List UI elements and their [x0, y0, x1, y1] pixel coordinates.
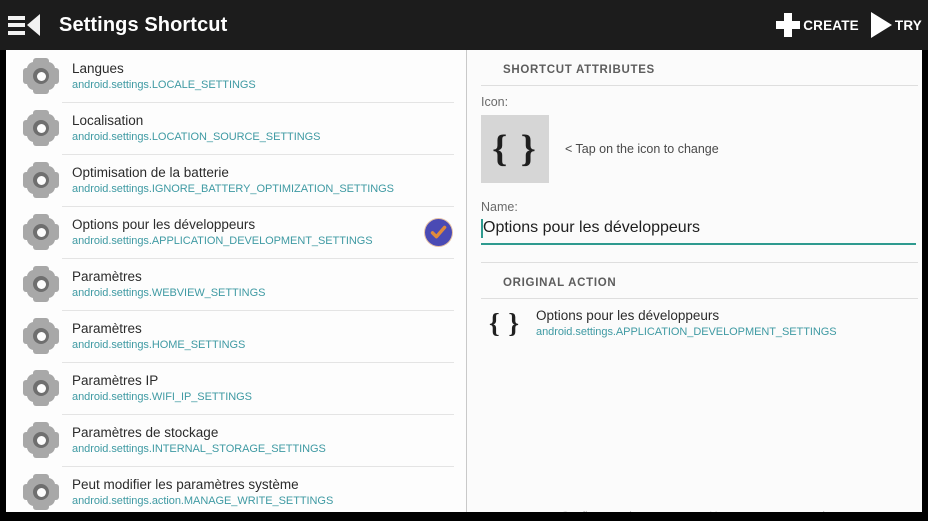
nav-up-button[interactable] [6, 10, 42, 40]
original-action-text: Options pour les développeurs android.se… [536, 308, 837, 339]
icon-field-label: Icon: [481, 95, 509, 109]
try-button-label: TRY [894, 17, 922, 33]
chevron-left-icon [27, 14, 40, 36]
list-item[interactable]: Langues android.settings.LOCALE_SETTINGS [6, 50, 466, 102]
list-item[interactable]: Paramètres de stockage android.settings.I… [6, 414, 466, 466]
list-item-text: Localisation android.settings.LOCATION_SO… [72, 113, 452, 144]
list-item-title: Peut modifier les paramètres système [72, 476, 299, 492]
list-item-text: Paramètres de stockage android.settings.I… [72, 425, 452, 456]
selected-check-badge [425, 218, 452, 246]
icon-hint-text: < Tap on the icon to change [565, 142, 719, 156]
list-scroll-area[interactable]: Langues android.settings.LOCALE_SETTINGS L… [6, 50, 466, 512]
list-item-action-id: android.settings.WEBVIEW_SETTINGS [72, 286, 266, 299]
gear-icon [23, 318, 59, 354]
list-item[interactable]: Options pour les développeurs android.set… [6, 206, 466, 258]
list-item[interactable]: Paramètres IP android.settings.WIFI_IP_SE… [6, 362, 466, 414]
create-button-label: CREATE [803, 17, 859, 33]
gear-icon [23, 422, 59, 458]
list-item-title: Paramètres IP [72, 372, 159, 388]
list-item-text: Options pour les développeurs android.set… [72, 217, 417, 248]
shortcut-icon-preview[interactable]: { } [481, 115, 549, 183]
list-item-text: Paramètres android.settings.WEBVIEW_SETTI… [72, 269, 452, 300]
list-item[interactable]: Paramètres android.settings.HOME_SETTINGS [6, 310, 466, 362]
original-action-item[interactable]: { } Options pour les développeurs androi… [467, 299, 922, 349]
footer-note: Configure a shortcut on your Home screen… [467, 511, 922, 512]
list-item[interactable]: Paramètres android.settings.WEBVIEW_SETTI… [6, 258, 466, 310]
action-bar: Settings Shortcut CREATE TRY [0, 0, 928, 50]
list-item-action-id: android.settings.LOCATION_SOURCE_SETTING… [72, 130, 321, 143]
list-item-action-id: android.settings.action.MANAGE_WRITE_SET… [72, 494, 334, 507]
plus-icon [775, 12, 801, 38]
app-screen: Settings Shortcut CREATE TRY Langues andr… [0, 0, 928, 521]
gear-icon [23, 266, 59, 302]
gear-icon [23, 474, 59, 510]
list-item[interactable]: Peut modifier les paramètres système andr… [6, 466, 466, 512]
list-item-action-id: android.settings.WIFI_IP_SETTINGS [72, 390, 252, 403]
gear-icon [23, 214, 59, 250]
gear-icon [23, 110, 59, 146]
shortcut-name-value: Options pour les développeurs [483, 219, 701, 236]
list-item[interactable]: Localisation android.settings.LOCATION_SO… [6, 102, 466, 154]
main-content: Langues android.settings.LOCALE_SETTINGS L… [6, 50, 922, 512]
name-field-label: Name: [481, 200, 518, 214]
try-button[interactable]: TRY [865, 0, 928, 50]
gear-icon [23, 162, 59, 198]
action-bar-actions: CREATE TRY [769, 0, 928, 50]
list-item-title: Langues [72, 60, 124, 76]
list-item-action-id: android.settings.HOME_SETTINGS [72, 338, 246, 351]
settings-action-list: Langues android.settings.LOCALE_SETTINGS L… [6, 50, 467, 512]
shortcut-attributes-heading: SHORTCUT ATTRIBUTES [503, 64, 655, 76]
list-item-title: Paramètres [72, 320, 142, 336]
list-item-action-id: android.settings.LOCALE_SETTINGS [72, 78, 256, 91]
list-item-text: Langues android.settings.LOCALE_SETTINGS [72, 61, 452, 92]
list-item-text: Paramètres IP android.settings.WIFI_IP_SE… [72, 373, 452, 404]
list-item[interactable]: Optimisation de la batterie android.setti… [6, 154, 466, 206]
list-item-action-id: android.settings.APPLICATION_DEVELOPMENT… [72, 234, 373, 247]
list-icon [8, 15, 25, 35]
gear-icon [23, 58, 59, 94]
braces-icon: { } [492, 128, 538, 170]
list-item-title: Optimisation de la batterie [72, 164, 229, 180]
play-icon [870, 12, 892, 38]
shortcut-detail-pane: SHORTCUT ATTRIBUTES Icon: { } < Tap on t… [467, 50, 922, 512]
original-action-title: Options pour les développeurs [536, 308, 720, 323]
list-item-action-id: android.settings.IGNORE_BATTERY_OPTIMIZA… [72, 182, 394, 195]
gear-icon [23, 370, 59, 406]
list-item-text: Optimisation de la batterie android.setti… [72, 165, 452, 196]
page-title: Settings Shortcut [59, 13, 228, 36]
list-item-title: Options pour les développeurs [72, 216, 256, 232]
braces-icon: { } [489, 308, 521, 338]
original-action-heading: ORIGINAL ACTION [503, 277, 617, 289]
list-item-action-id: android.settings.INTERNAL_STORAGE_SETTIN… [72, 442, 326, 455]
shortcut-name-input[interactable]: Options pour les développeurs [481, 218, 916, 245]
list-item-text: Paramètres android.settings.HOME_SETTINGS [72, 321, 452, 352]
list-item-title: Paramètres [72, 268, 142, 284]
list-item-title: Paramètres de stockage [72, 424, 219, 440]
original-action-id: android.settings.APPLICATION_DEVELOPMENT… [536, 326, 837, 338]
create-button[interactable]: CREATE [769, 0, 865, 50]
icon-row: { } < Tap on the icon to change [467, 113, 922, 191]
list-item-title: Localisation [72, 112, 144, 128]
list-item-text: Peut modifier les paramètres système andr… [72, 477, 452, 508]
